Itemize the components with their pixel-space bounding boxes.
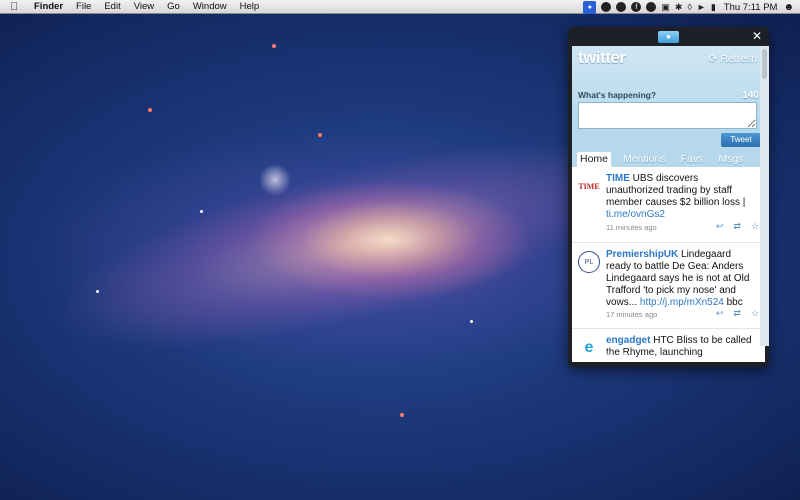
menu-window[interactable]: Window xyxy=(193,1,227,12)
red-star xyxy=(318,133,322,137)
refresh-label: Refresh xyxy=(720,53,757,65)
tweet-timestamp: 11 minutes ago xyxy=(606,223,657,232)
compose-footer: Tweet xyxy=(572,130,765,152)
tweet-suffix: bbc xyxy=(723,297,743,308)
close-button[interactable]: ✕ xyxy=(750,29,764,43)
tab-msgs[interactable]: Msgs xyxy=(715,152,746,167)
menu-bar:  Finder File Edit View Go Window Help ●… xyxy=(0,0,800,14)
tab-mentions[interactable]: Mentions xyxy=(620,152,669,167)
tweet-actions: ↩ ⇄ ☆ xyxy=(706,308,759,319)
facebook-icon[interactable]: f xyxy=(631,2,642,12)
tweet-button[interactable]: Tweet xyxy=(721,133,761,147)
volume-icon[interactable]: ► xyxy=(697,2,706,12)
tab-favs[interactable]: Favs xyxy=(678,152,707,167)
refresh-button[interactable]: ⟳ Refresh xyxy=(709,53,758,65)
battery-icon[interactable]: ▮ xyxy=(711,2,716,13)
tweet-link[interactable]: ti.me/ovnGs2 xyxy=(606,209,665,220)
forward-arrow-icon[interactable]: ▶ xyxy=(590,352,598,363)
menu-go[interactable]: Go xyxy=(167,1,180,12)
scroll-thumb[interactable] xyxy=(762,49,767,79)
favorite-icon[interactable]: ☆ xyxy=(751,221,759,232)
phone-icon[interactable]: ▯ xyxy=(739,352,745,363)
retweet-icon[interactable]: ⇄ xyxy=(733,308,741,319)
favorite-icon[interactable]: ☆ xyxy=(751,308,759,319)
back-arrow-icon[interactable]: ◀ xyxy=(575,352,583,363)
character-count: 140 xyxy=(742,90,759,101)
avatar[interactable]: TIME xyxy=(578,175,600,197)
popover-title-bar: ● ✕ xyxy=(568,27,769,46)
tweet-item: PL PremiershipUK Lindegaard ready to bat… xyxy=(572,243,765,329)
twitter-logo: twitter xyxy=(578,48,626,67)
apple-icon[interactable]:  xyxy=(10,1,24,13)
compose-area: twitter ⟳ Refresh What's happening? 140 xyxy=(572,46,765,130)
reload-icon[interactable]: ⟳ xyxy=(604,352,612,363)
red-star xyxy=(400,413,404,417)
tweet-text: PremiershipUK Lindegaard ready to battle… xyxy=(606,249,756,309)
tweet-actions: ↩ ⇄ ☆ xyxy=(706,221,759,232)
menu-edit[interactable]: Edit xyxy=(104,1,120,12)
twitter-menu-icon[interactable]: ● xyxy=(583,0,597,14)
lock-icon[interactable]: ▣ xyxy=(754,352,763,363)
tweet-username[interactable]: TIME xyxy=(606,173,630,184)
display-icon[interactable]: ▣ xyxy=(661,2,670,13)
bottom-toolbar: ◀ ▶ ⟳ ⚙ ▯ ▣ xyxy=(568,348,769,367)
retweet-icon[interactable]: ⇄ xyxy=(733,221,741,232)
reply-icon[interactable]: ↩ xyxy=(716,308,724,319)
timeline-tabs: Home Mentions Favs Msgs xyxy=(572,152,765,167)
red-star xyxy=(272,44,276,48)
status-input[interactable] xyxy=(578,102,757,129)
toolbar-right: ▯ ▣ xyxy=(730,352,763,363)
clock-icon[interactable] xyxy=(646,2,657,12)
compose-prompt: What's happening? xyxy=(578,90,657,100)
twitter-bird-icon: ● xyxy=(658,31,679,43)
tweet-username[interactable]: engadget xyxy=(606,335,650,346)
white-star xyxy=(96,290,99,293)
white-star xyxy=(470,320,473,323)
gear-icon[interactable]: ⚙ xyxy=(620,352,629,363)
tweet-username[interactable]: PremiershipUK xyxy=(606,249,678,260)
wifi-icon[interactable]: ◊ xyxy=(687,2,691,12)
app-icon[interactable] xyxy=(616,2,627,12)
menu-view[interactable]: View xyxy=(134,1,154,12)
tweet-text: TIME UBS discovers unauthorized trading … xyxy=(606,173,756,221)
tweet-link[interactable]: http://j.mp/mXn524 xyxy=(640,297,724,308)
twitter-popover: ● ✕ twitter ⟳ Refresh What's happening? … xyxy=(568,27,769,367)
menu-finder[interactable]: Finder xyxy=(34,1,63,12)
timeline-scrollbar[interactable] xyxy=(760,46,769,346)
tweet-timeline[interactable]: TIME TIME UBS discovers unauthorized tra… xyxy=(572,167,765,362)
bluetooth-icon[interactable]: ✱ xyxy=(675,2,683,13)
user-icon[interactable]: ☻ xyxy=(783,2,794,13)
reply-icon[interactable]: ↩ xyxy=(716,221,724,232)
refresh-icon: ⟳ xyxy=(708,53,718,65)
dropbox-icon[interactable] xyxy=(601,2,612,12)
tweet-item: TIME TIME UBS discovers unauthorized tra… xyxy=(572,167,765,243)
white-star xyxy=(200,210,203,213)
status-menus: ● f ▣ ✱ ◊ ► ▮ Thu 7:11 PM ☻ xyxy=(578,0,794,14)
menu-clock[interactable]: Thu 7:11 PM xyxy=(724,2,778,13)
tweet-timestamp: 17 minutes ago xyxy=(606,310,658,319)
tab-home[interactable]: Home xyxy=(577,152,612,167)
red-star xyxy=(148,108,152,112)
menu-help[interactable]: Help xyxy=(240,1,260,12)
avatar[interactable]: PL xyxy=(578,251,600,273)
menu-file[interactable]: File xyxy=(76,1,91,12)
